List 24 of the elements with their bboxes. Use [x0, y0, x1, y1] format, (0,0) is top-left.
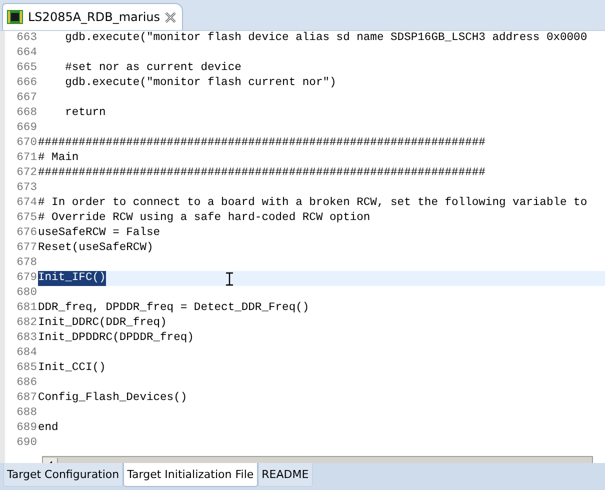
code-line: gdb.execute("monitor flash current nor") — [64, 76, 336, 91]
code-line: # Override RCW using a safe hard-coded RCW option — [38, 211, 370, 226]
tab-title: LS2085A_RDB_marius — [28, 10, 160, 24]
editor-tab[interactable]: LS2085A_RDB_marius — [2, 3, 184, 30]
code-line: ################################################################## — [38, 166, 486, 181]
code-line: #set nor as current device — [64, 61, 242, 76]
code-line: Init_CCI() — [38, 361, 106, 376]
code-line: return — [64, 106, 106, 121]
code-line: end — [38, 421, 58, 436]
code-line: # In order to connect to a board with a broken RCW, set the following variable to — [38, 196, 588, 211]
code-line: gdb.execute("monitor flash device alias sd name SDSP16GB_LSCH3 address 0x0000 — [64, 31, 588, 46]
bottom-tab[interactable]: Target Initialization File — [123, 463, 258, 487]
code-line: Init_DDRC(DDR_freq) — [38, 316, 167, 331]
selected-code-text: Init_IFC() — [38, 271, 106, 286]
code-line: DDR_freq, DPDDR_freq = Detect_DDR_Freq() — [38, 301, 310, 316]
code-line: useSafeRCW = False — [38, 226, 160, 241]
code-line: Config_Flash_Devices() — [38, 391, 188, 406]
bottom-tab[interactable]: Target Configuration — [3, 463, 124, 487]
line-number: 679 — [5, 271, 38, 286]
code-line: Reset(useSafeRCW) — [38, 241, 154, 256]
code-line: Init_DPDDRC(DPDDR_freq) — [38, 331, 194, 346]
code-line: # Main — [38, 151, 79, 166]
bottom-tab[interactable]: README — [258, 463, 313, 487]
code-line: ################################################################## — [38, 136, 486, 151]
